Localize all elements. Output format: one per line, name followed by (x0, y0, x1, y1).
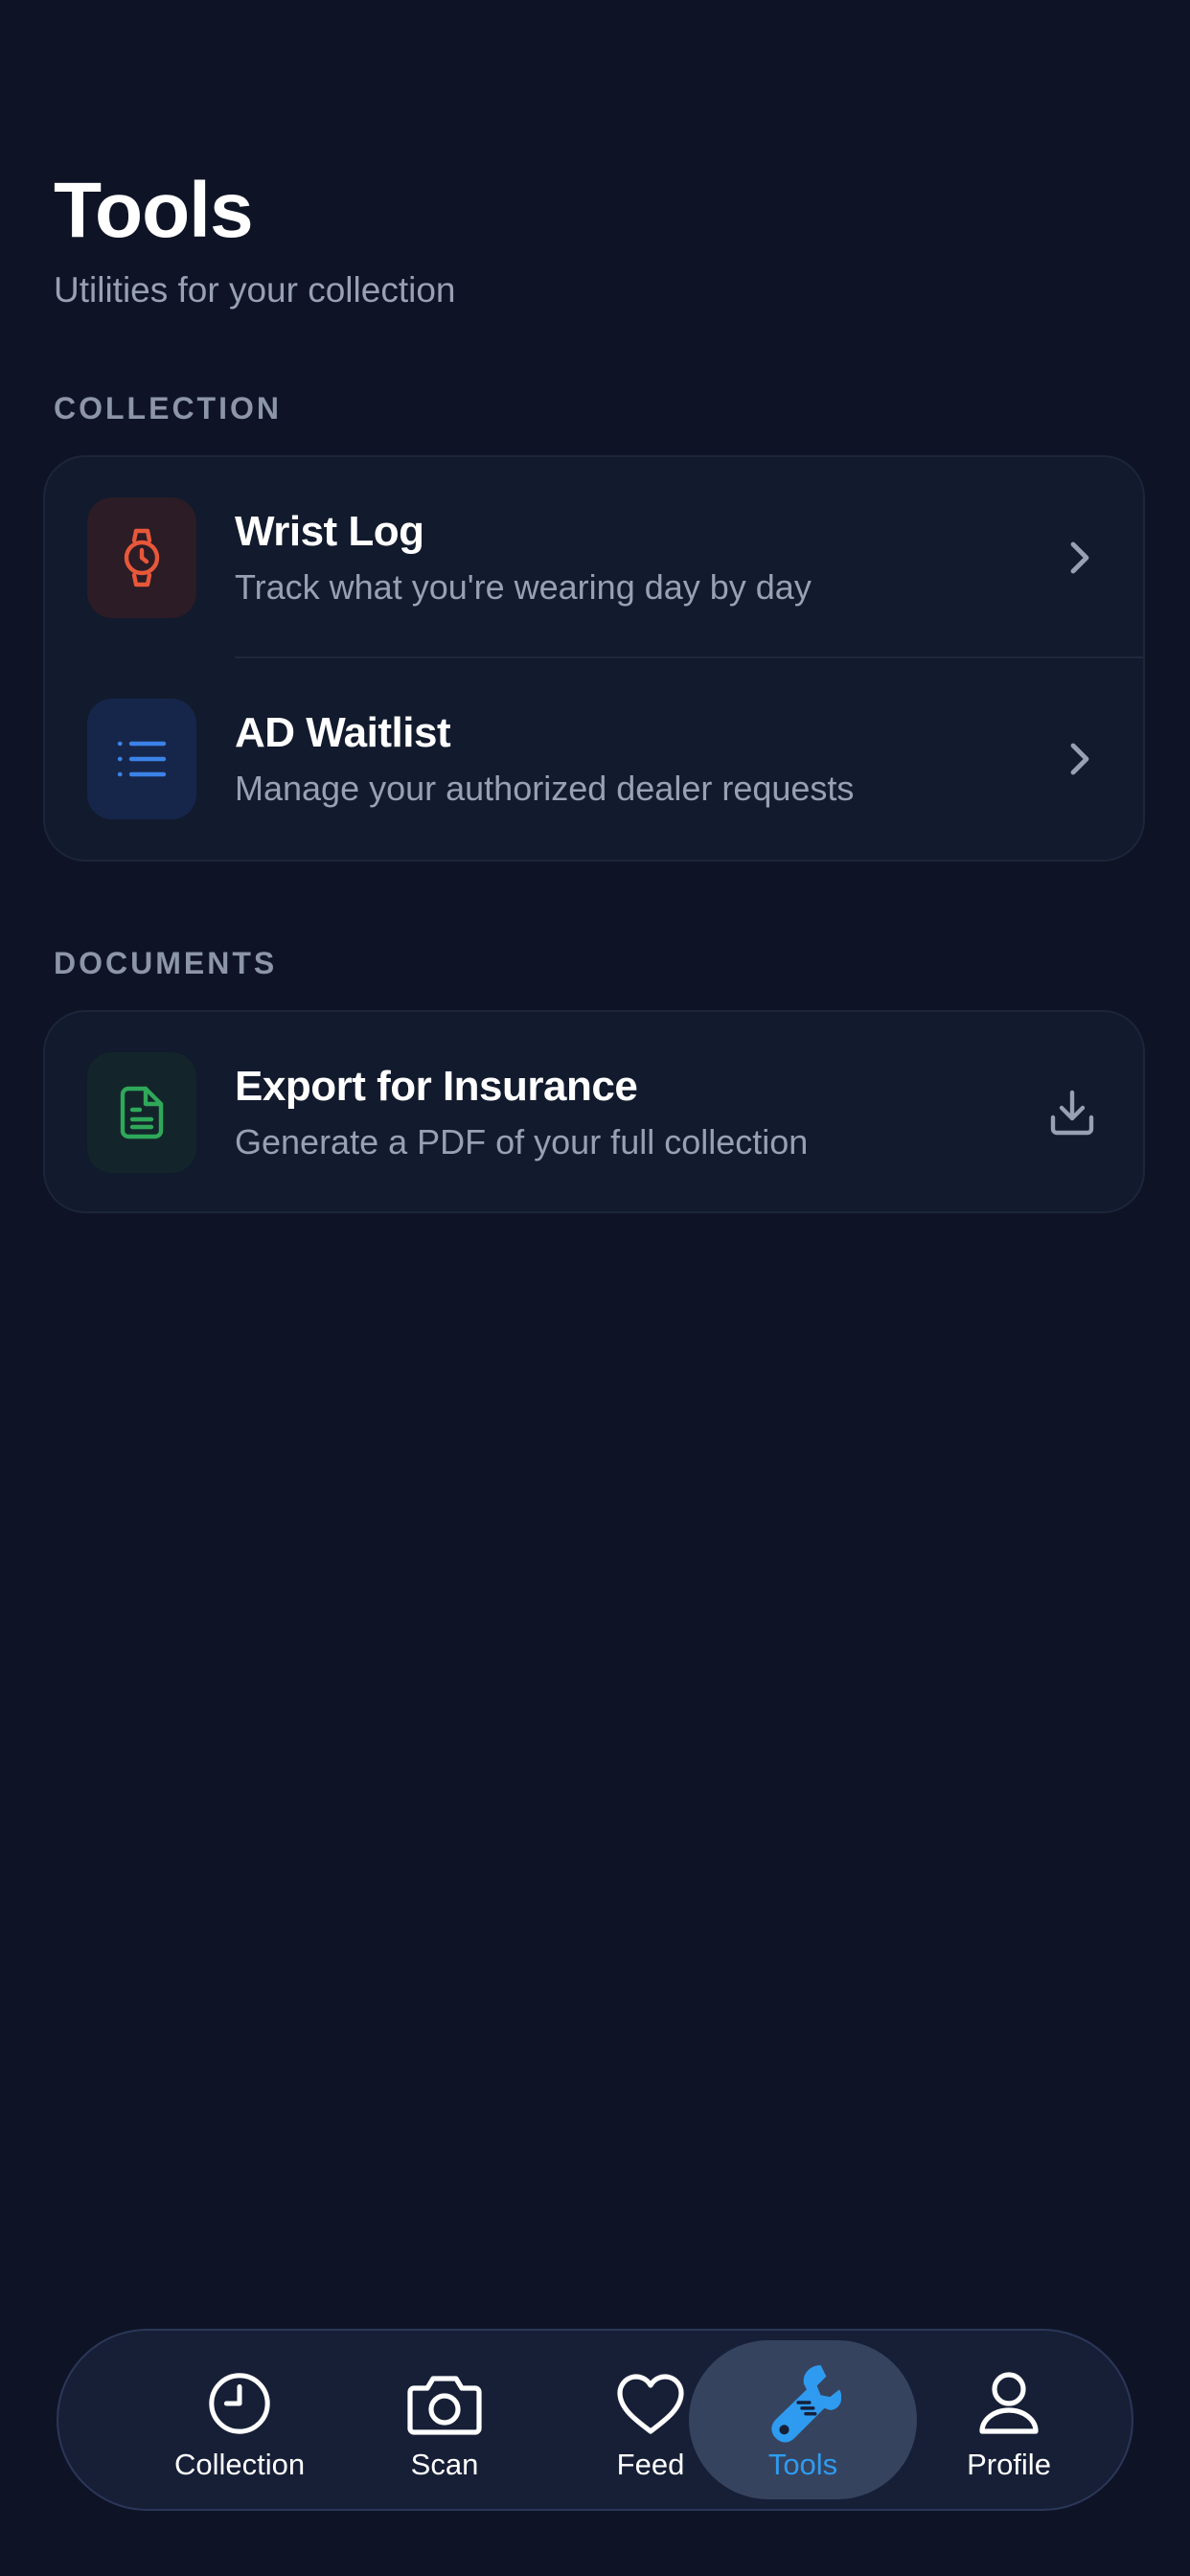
wrist-log-icon-tile (87, 497, 196, 618)
wrist-log-row[interactable]: Wrist Log Track what you're wearing day … (45, 457, 1143, 658)
page-title: Tools (54, 167, 254, 254)
ad-waitlist-icon-tile (87, 699, 196, 819)
wrench-icon (765, 2365, 841, 2443)
list-icon (117, 741, 167, 777)
tab-scan-label: Scan (410, 2448, 479, 2481)
chevron-right-icon (1051, 730, 1109, 788)
tab-profile-label: Profile (967, 2448, 1051, 2481)
tab-feed-label: Feed (616, 2448, 685, 2481)
ad-waitlist-row[interactable]: AD Waitlist Manage your authorized deale… (45, 658, 1143, 860)
documents-tools-card: Export for Insurance Generate a PDF of y… (43, 1010, 1145, 1213)
export-insurance-icon-tile (87, 1052, 196, 1173)
wrist-log-description: Track what you're wearing day by day (235, 567, 812, 607)
tab-scan[interactable]: Scan (339, 2331, 550, 2509)
clock-icon (201, 2365, 278, 2442)
download-icon[interactable] (1043, 1084, 1101, 1141)
wrist-log-title: Wrist Log (235, 508, 424, 555)
person-icon (971, 2365, 1047, 2442)
page-header: Tools Utilities for your collection (54, 163, 455, 314)
collection-tools-card: Wrist Log Track what you're wearing day … (43, 455, 1145, 862)
tab-profile[interactable]: Profile (904, 2331, 1114, 2509)
section-label-documents: DOCUMENTS (54, 946, 278, 980)
export-insurance-title: Export for Insurance (235, 1063, 638, 1110)
export-insurance-description: Generate a PDF of your full collection (235, 1122, 809, 1162)
export-insurance-row[interactable]: Export for Insurance Generate a PDF of y… (45, 1012, 1143, 1211)
ad-waitlist-description: Manage your authorized dealer requests (235, 769, 855, 808)
chevron-right-icon (1051, 529, 1109, 586)
heart-icon (612, 2365, 689, 2442)
tab-collection-label: Collection (173, 2448, 306, 2481)
tab-tools-label: Tools (767, 2448, 838, 2481)
camera-icon (406, 2365, 483, 2442)
bottom-tab-bar: Collection Scan Feed Tools Profile (57, 2329, 1133, 2511)
tab-tools[interactable]: Tools (698, 2331, 908, 2509)
ad-waitlist-title: AD Waitlist (235, 709, 451, 756)
tab-collection[interactable]: Collection (134, 2331, 345, 2509)
document-icon (120, 1086, 164, 1139)
page-subtitle: Utilities for your collection (54, 270, 456, 310)
section-label-collection: COLLECTION (54, 391, 282, 426)
watch-icon (124, 528, 160, 587)
